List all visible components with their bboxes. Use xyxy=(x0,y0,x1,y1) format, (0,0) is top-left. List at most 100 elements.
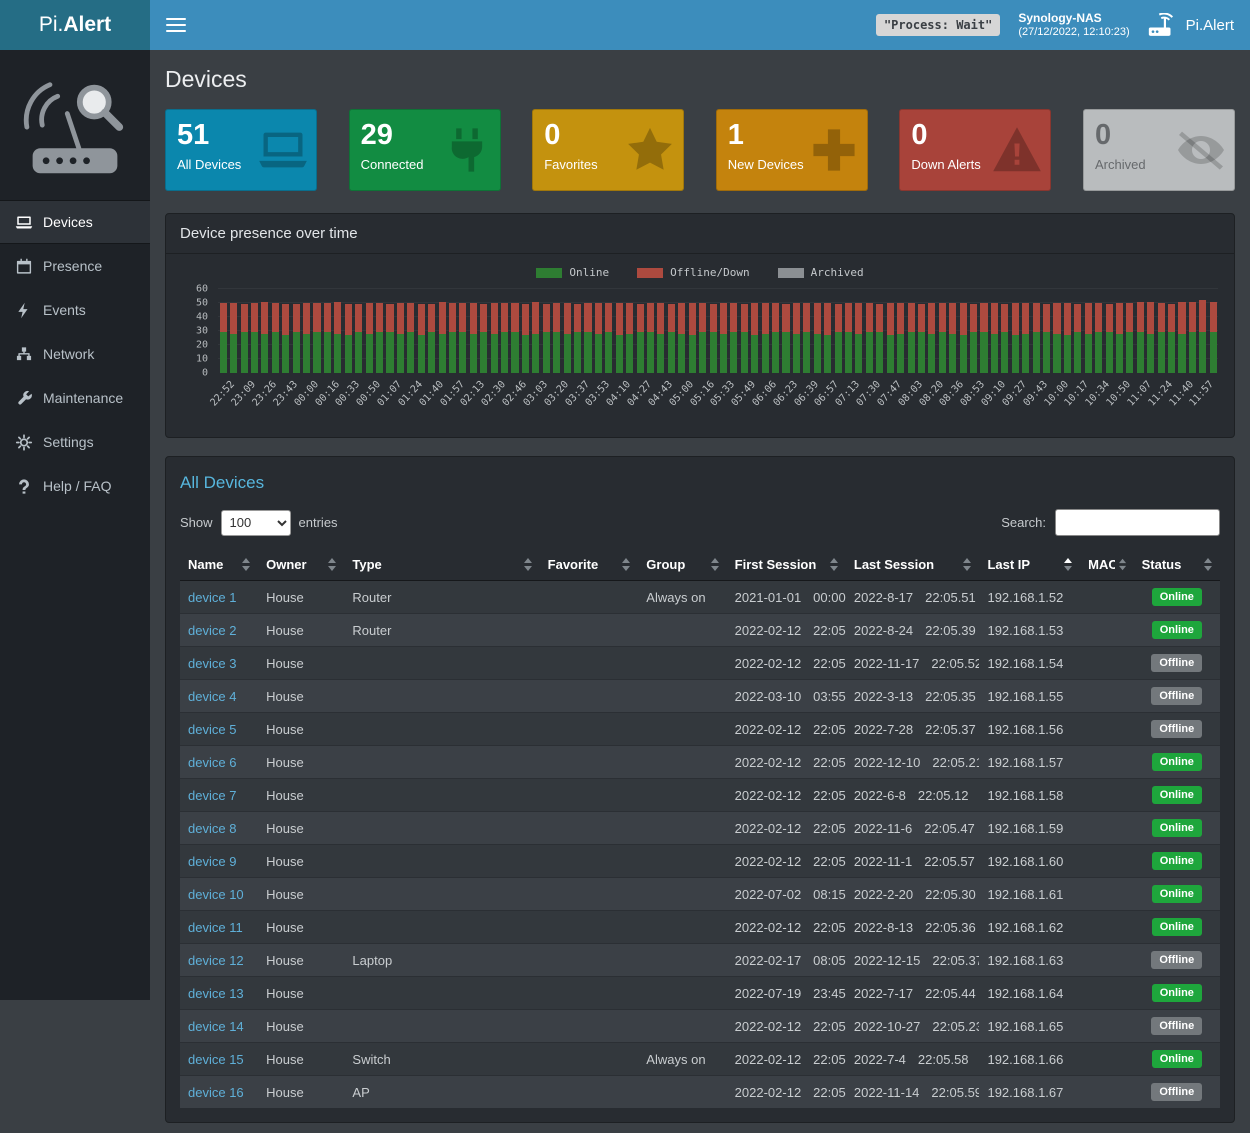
column-header-status[interactable]: Status xyxy=(1134,549,1220,581)
device-link[interactable]: device 12 xyxy=(188,953,244,968)
legend-swatch xyxy=(778,268,804,278)
sort-icon xyxy=(328,558,336,571)
chart-bar xyxy=(1052,289,1062,373)
cell-name: device 15 xyxy=(180,1043,258,1076)
table-row-device-7[interactable]: device 7House2022-02-1222:052022-6-822:0… xyxy=(180,779,1220,812)
stat-card-archived[interactable]: 0 Archived xyxy=(1083,109,1235,191)
column-header-last-ip[interactable]: Last IP xyxy=(979,549,1080,581)
chart-bar xyxy=(281,289,291,373)
stat-card-all-devices[interactable]: 51 All Devices xyxy=(165,109,317,191)
cell-owner: House xyxy=(258,1076,344,1109)
column-header-last-session[interactable]: Last Session xyxy=(846,549,980,581)
device-link[interactable]: device 13 xyxy=(188,986,244,1001)
column-header-owner[interactable]: Owner xyxy=(258,549,344,581)
table-row-device-9[interactable]: device 9House2022-02-1222:052022-11-122:… xyxy=(180,845,1220,878)
table-row-device-13[interactable]: device 13House2022-07-1923:452022-7-1722… xyxy=(180,977,1220,1010)
sidebar-item-help[interactable]: Help / FAQ xyxy=(0,464,150,508)
cell-last-session: 2022-6-822:05.12 xyxy=(846,779,980,812)
device-link[interactable]: device 5 xyxy=(188,722,236,737)
cell-group xyxy=(638,911,726,944)
column-header-first-session[interactable]: First Session xyxy=(727,549,846,581)
stat-card-new-devices[interactable]: 1 New Devices xyxy=(716,109,868,191)
chart-bar xyxy=(1177,289,1187,373)
device-link[interactable]: device 3 xyxy=(188,656,236,671)
cell-mac xyxy=(1080,977,1133,1010)
device-link[interactable]: device 6 xyxy=(188,755,236,770)
table-row-device-4[interactable]: device 4House2022-03-1003:552022-3-1322:… xyxy=(180,680,1220,713)
pi-alert-app: { "header": { "logo_prefix": "Pi.", "log… xyxy=(0,0,1250,1000)
cell-first-session: 2022-02-1222:05 xyxy=(727,746,846,779)
table-row-device-12[interactable]: device 12HouseLaptop2022-02-1708:052022-… xyxy=(180,944,1220,977)
device-link[interactable]: device 15 xyxy=(188,1052,244,1067)
column-header-name[interactable]: Name xyxy=(180,549,258,581)
cell-last-ip: 192.168.1.61 xyxy=(979,878,1080,911)
status-badge: Offline xyxy=(1151,951,1202,969)
nas-info: Synology-NAS (27/12/2022, 12:10:23) xyxy=(1018,11,1129,40)
table-row-device-11[interactable]: device 11House2022-02-1222:052022-8-1322… xyxy=(180,911,1220,944)
sidebar-item-events[interactable]: Events xyxy=(0,288,150,332)
chart-bars xyxy=(218,289,1218,373)
legend-item-archived[interactable]: Archived xyxy=(778,266,864,279)
sidebar-item-presence[interactable]: Presence xyxy=(0,244,150,288)
column-label: Group xyxy=(646,557,685,572)
table-row-device-5[interactable]: device 5House2022-02-1222:052022-7-2822:… xyxy=(180,713,1220,746)
sidebar-item-label: Settings xyxy=(43,434,94,450)
calendar-icon xyxy=(15,258,33,275)
sidebar-item-maintenance[interactable]: Maintenance xyxy=(0,376,150,420)
app-logo[interactable]: Pi.Alert xyxy=(0,0,150,50)
device-link[interactable]: device 10 xyxy=(188,887,244,902)
sidebar-item-devices[interactable]: Devices xyxy=(0,200,150,244)
chart-bar xyxy=(1125,289,1135,373)
chart-bar xyxy=(979,289,989,373)
cell-favorite xyxy=(540,647,639,680)
chart-bar xyxy=(666,289,676,373)
legend-item-offline-down[interactable]: Offline/Down xyxy=(637,266,749,279)
stat-card-connected[interactable]: 29 Connected xyxy=(349,109,501,191)
cell-type: Router xyxy=(344,614,539,647)
table-row-device-8[interactable]: device 8House2022-02-1222:052022-11-622:… xyxy=(180,812,1220,845)
column-header-type[interactable]: Type xyxy=(344,549,539,581)
table-row-device-15[interactable]: device 15HouseSwitchAlways on2022-02-122… xyxy=(180,1043,1220,1076)
header-brand[interactable]: Pi.Alert xyxy=(1148,13,1234,37)
stat-card-favorites[interactable]: 0 Favorites xyxy=(532,109,684,191)
sidebar-toggle-button[interactable] xyxy=(166,18,186,32)
chart-bar xyxy=(301,289,311,373)
chart-bar xyxy=(624,289,634,373)
sort-icon xyxy=(1204,558,1212,571)
status-badge: Online xyxy=(1152,984,1202,1002)
cell-last-session: 2022-7-422:05.58 xyxy=(846,1043,980,1076)
column-label: Favorite xyxy=(548,557,599,572)
device-link[interactable]: device 9 xyxy=(188,854,236,869)
table-row-device-1[interactable]: device 1HouseRouterAlways on2021-01-0100… xyxy=(180,581,1220,614)
legend-item-online[interactable]: Online xyxy=(536,266,609,279)
device-link[interactable]: device 16 xyxy=(188,1085,244,1100)
device-link[interactable]: device 11 xyxy=(188,920,243,935)
show-label: Show xyxy=(180,515,213,530)
device-link[interactable]: device 1 xyxy=(188,590,236,605)
device-link[interactable]: device 2 xyxy=(188,623,236,638)
search-input[interactable] xyxy=(1055,509,1220,536)
table-row-device-3[interactable]: device 3House2022-02-1222:052022-11-1722… xyxy=(180,647,1220,680)
table-row-device-6[interactable]: device 6House2022-02-1222:052022-12-1022… xyxy=(180,746,1220,779)
column-header-mac[interactable]: MAC xyxy=(1080,549,1133,581)
sidebar: Devices Presence Events Network Maintena… xyxy=(0,50,150,1000)
cell-name: device 9 xyxy=(180,845,258,878)
sidebar-item-network[interactable]: Network xyxy=(0,332,150,376)
device-link[interactable]: device 8 xyxy=(188,821,236,836)
table-row-device-16[interactable]: device 16HouseAP2022-02-1222:052022-11-1… xyxy=(180,1076,1220,1109)
table-row-device-10[interactable]: device 10House2022-07-0208:152022-2-2022… xyxy=(180,878,1220,911)
device-link[interactable]: device 4 xyxy=(188,689,236,704)
cell-name: device 1 xyxy=(180,581,258,614)
stat-card-down-alerts[interactable]: 0 Down Alerts xyxy=(899,109,1051,191)
column-header-favorite[interactable]: Favorite xyxy=(540,549,639,581)
column-header-group[interactable]: Group xyxy=(638,549,726,581)
table-row-device-14[interactable]: device 14House2022-02-1222:052022-10-272… xyxy=(180,1010,1220,1043)
sidebar-item-settings[interactable]: Settings xyxy=(0,420,150,464)
chart-y-axis: 0102030405060 xyxy=(182,289,212,373)
page-length-select[interactable]: 100 xyxy=(221,510,291,536)
device-link[interactable]: device 7 xyxy=(188,788,236,803)
device-link[interactable]: device 14 xyxy=(188,1019,244,1034)
table-row-device-2[interactable]: device 2HouseRouter2022-02-1222:052022-8… xyxy=(180,614,1220,647)
y-tick-label: 60 xyxy=(196,284,208,295)
cell-group xyxy=(638,1076,726,1109)
